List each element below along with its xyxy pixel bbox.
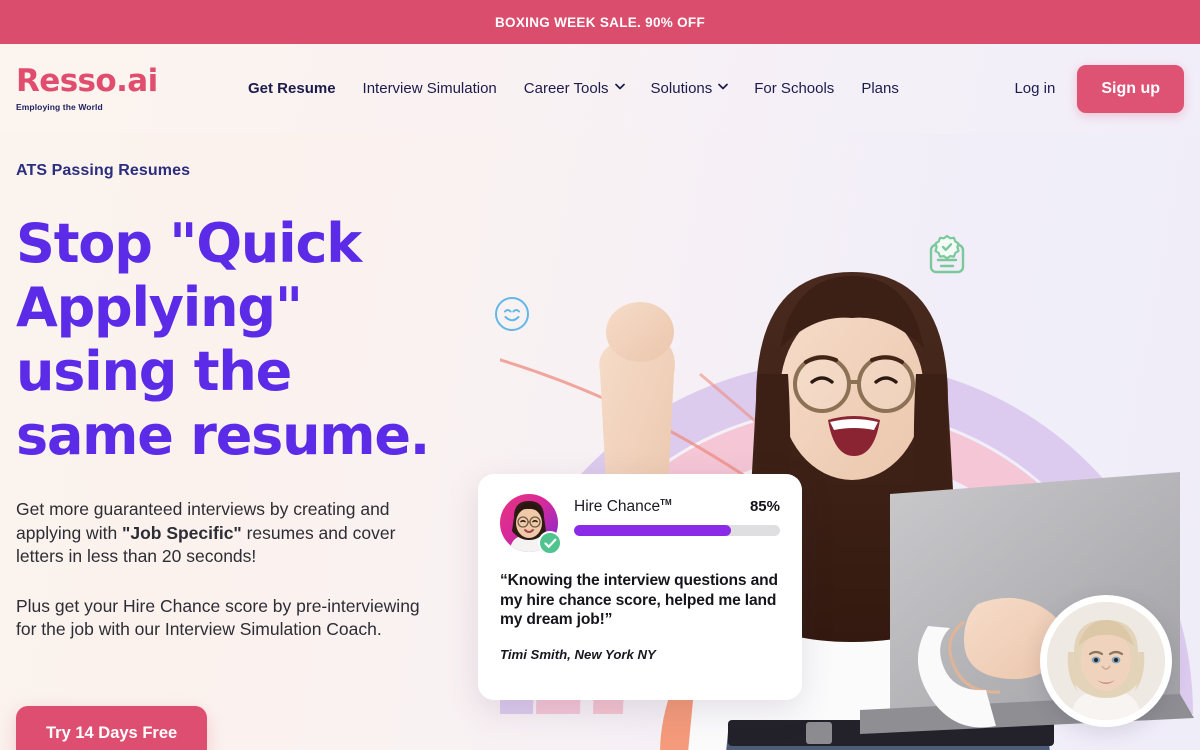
nav-item-get-resume[interactable]: Get Resume bbox=[248, 80, 336, 97]
nav-item-interview-simulation[interactable]: Interview Simulation bbox=[363, 80, 497, 97]
hire-chance-label-text: Hire Chance bbox=[574, 498, 661, 516]
nav-item-career-tools[interactable]: Career Tools bbox=[523, 80, 625, 97]
avatar bbox=[500, 494, 562, 555]
hire-chance-row: Hire ChanceTM 85% bbox=[574, 498, 780, 516]
verified-resume-icon bbox=[924, 234, 970, 281]
hire-chance-label: Hire ChanceTM bbox=[574, 498, 672, 516]
trademark-mark: TM bbox=[660, 498, 672, 507]
testimonial-quote: “Knowing the interview questions and my … bbox=[500, 572, 778, 628]
hero-paragraph-1: Get more guaranteed interviews by creati… bbox=[16, 498, 444, 569]
nav-label-career-tools: Career Tools bbox=[523, 80, 609, 97]
nav-item-solutions[interactable]: Solutions bbox=[650, 80, 729, 97]
nav-label-interview-simulation: Interview Simulation bbox=[362, 80, 497, 97]
hero-paragraph-1-bold: "Job Specific" bbox=[122, 522, 242, 543]
hero-eyebrow: ATS Passing Resumes bbox=[16, 162, 191, 179]
promo-banner[interactable]: BOXING WEEK SALE. 90% OFF bbox=[0, 0, 1200, 44]
signup-button[interactable]: Sign up bbox=[1077, 64, 1184, 113]
nav-item-for-schools[interactable]: For Schools bbox=[754, 80, 834, 97]
secondary-avatar bbox=[1040, 595, 1172, 727]
testimonial-card: Hire ChanceTM 85% “Knowing the interview… bbox=[478, 474, 802, 700]
login-link[interactable]: Log in bbox=[1014, 80, 1055, 97]
verified-check-icon bbox=[538, 531, 562, 555]
landing-page: BOXING WEEK SALE. 90% OFF Resso.ai Emplo… bbox=[0, 0, 1200, 750]
hero-headline: Stop "Quick Applying" using the same res… bbox=[16, 212, 430, 467]
hire-chance-block: Hire ChanceTM 85% bbox=[574, 492, 780, 537]
main-navigation: Get Resume Interview Simulation Career T… bbox=[248, 80, 899, 97]
hire-chance-progress-fill bbox=[574, 525, 731, 537]
testimonial-card-header: Hire ChanceTM 85% bbox=[500, 492, 780, 555]
promo-banner-text: BOXING WEEK SALE. 90% OFF bbox=[494, 14, 706, 30]
chevron-down-icon bbox=[718, 83, 729, 92]
try-free-button[interactable]: Try 14 Days Free bbox=[16, 706, 208, 750]
hero-copy: ATS Passing Resumes Stop "Quick Applying… bbox=[16, 162, 456, 642]
hero-paragraph-2: Plus get your Hire Chance score by pre-i… bbox=[16, 595, 420, 640]
logo-tagline: Employing the World bbox=[16, 101, 103, 112]
nav-item-plans[interactable]: Plans bbox=[861, 80, 899, 97]
header-actions: Log in Sign up bbox=[1014, 64, 1184, 113]
testimonial-attribution: Timi Smith, New York NY bbox=[500, 646, 656, 662]
secondary-avatar-image bbox=[1047, 602, 1165, 720]
nav-label-for-schools: For Schools bbox=[754, 80, 835, 97]
hire-chance-progress-track bbox=[574, 525, 780, 537]
nav-label-solutions: Solutions bbox=[650, 80, 713, 97]
nav-label-get-resume: Get Resume bbox=[248, 80, 336, 97]
nav-label-plans: Plans bbox=[861, 80, 899, 97]
chevron-down-icon bbox=[614, 83, 625, 92]
logo[interactable]: Resso.ai Employing the World bbox=[16, 62, 226, 112]
logo-wordmark: Resso.ai bbox=[16, 62, 158, 99]
smiley-icon bbox=[494, 296, 530, 337]
site-header: Resso.ai Employing the World Get Resume … bbox=[0, 44, 1200, 133]
hire-chance-value: 85% bbox=[749, 498, 780, 516]
